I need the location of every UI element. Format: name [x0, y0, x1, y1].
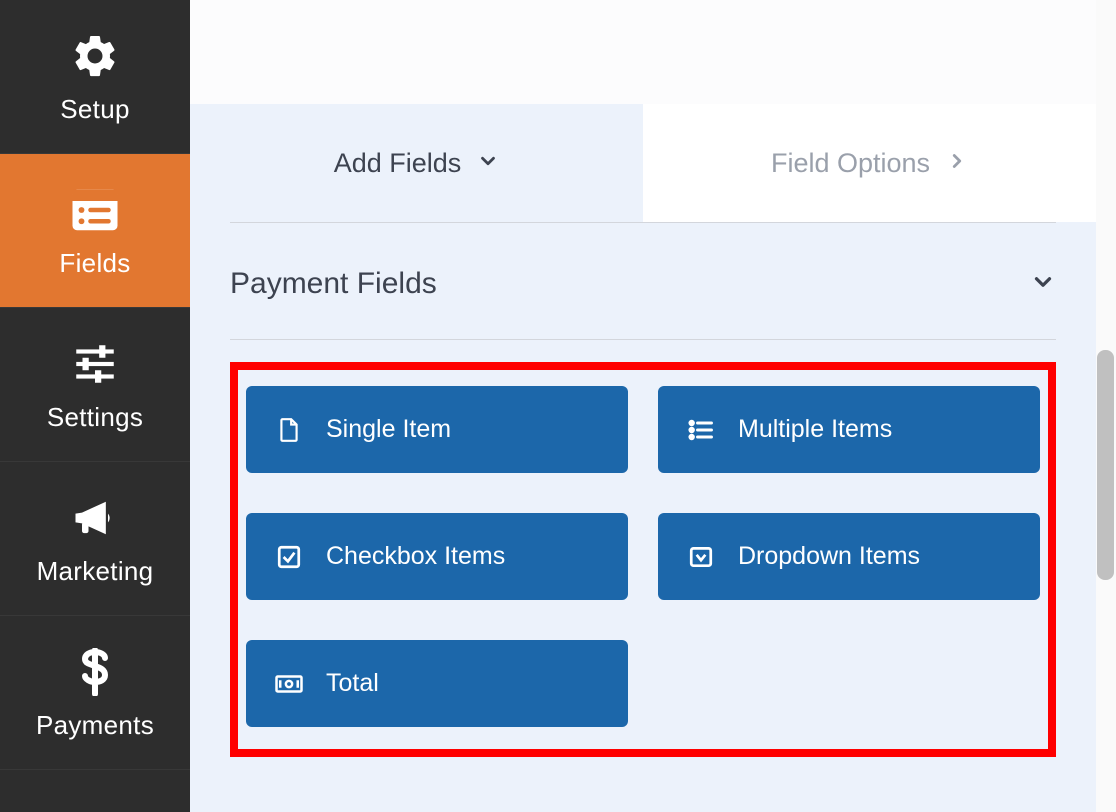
- sidebar-item-payments[interactable]: Payments: [0, 616, 190, 770]
- sidebar-item-settings[interactable]: Settings: [0, 308, 190, 462]
- chevron-down-icon: [1030, 269, 1056, 300]
- field-label: Checkbox Items: [326, 542, 505, 571]
- sidebar-item-label: Marketing: [37, 556, 154, 587]
- sidebar-item-label: Setup: [60, 94, 129, 125]
- highlight-annotation: Single Item Multiple Items Checkbox Item…: [230, 362, 1056, 757]
- sidebar-item-setup[interactable]: Setup: [0, 0, 190, 154]
- field-single-item[interactable]: Single Item: [246, 386, 628, 473]
- panel-title: Payment Fields: [230, 267, 437, 301]
- field-label: Total: [326, 669, 379, 698]
- form-icon: [67, 182, 123, 238]
- field-label: Single Item: [326, 415, 451, 444]
- app-root: Setup Fields Settings Marketing Payments: [0, 0, 1096, 812]
- chevron-down-icon: [477, 148, 499, 179]
- field-multiple-items[interactable]: Multiple Items: [658, 386, 1040, 473]
- sidebar-item-marketing[interactable]: Marketing: [0, 462, 190, 616]
- sliders-icon: [67, 336, 123, 392]
- sidebar-item-label: Payments: [36, 710, 154, 741]
- gear-icon: [67, 28, 123, 84]
- megaphone-icon: [67, 490, 123, 546]
- chevron-right-icon: [946, 148, 968, 179]
- top-toolbar: [190, 0, 1096, 104]
- field-total[interactable]: Total: [246, 640, 628, 727]
- field-label: Dropdown Items: [738, 542, 920, 571]
- tab-field-options[interactable]: Field Options: [643, 104, 1096, 222]
- list-icon: [686, 415, 716, 445]
- file-icon: [274, 415, 304, 445]
- panel-header[interactable]: Payment Fields: [230, 267, 1056, 340]
- sidebar-item-fields[interactable]: Fields: [0, 154, 190, 308]
- money-icon: [274, 669, 304, 699]
- field-grid: Single Item Multiple Items Checkbox Item…: [246, 386, 1040, 727]
- tab-label: Field Options: [771, 148, 930, 179]
- field-label: Multiple Items: [738, 415, 892, 444]
- scrollbar-thumb[interactable]: [1097, 350, 1114, 580]
- dollar-icon: [67, 644, 123, 700]
- checkbox-icon: [274, 542, 304, 572]
- sidebar-item-label: Fields: [59, 248, 130, 279]
- field-checkbox-items[interactable]: Checkbox Items: [246, 513, 628, 600]
- tab-add-fields[interactable]: Add Fields: [190, 104, 643, 222]
- sidebar-item-label: Settings: [47, 402, 143, 433]
- tab-label: Add Fields: [334, 148, 462, 179]
- main-panel: Add Fields Field Options Payment Fields: [190, 0, 1096, 812]
- sidebar: Setup Fields Settings Marketing Payments: [0, 0, 190, 812]
- dropdown-icon: [686, 542, 716, 572]
- field-dropdown-items[interactable]: Dropdown Items: [658, 513, 1040, 600]
- scrollbar-vertical[interactable]: [1096, 0, 1116, 812]
- fields-panel: Payment Fields Single Item: [190, 223, 1096, 757]
- tabs: Add Fields Field Options: [190, 104, 1096, 222]
